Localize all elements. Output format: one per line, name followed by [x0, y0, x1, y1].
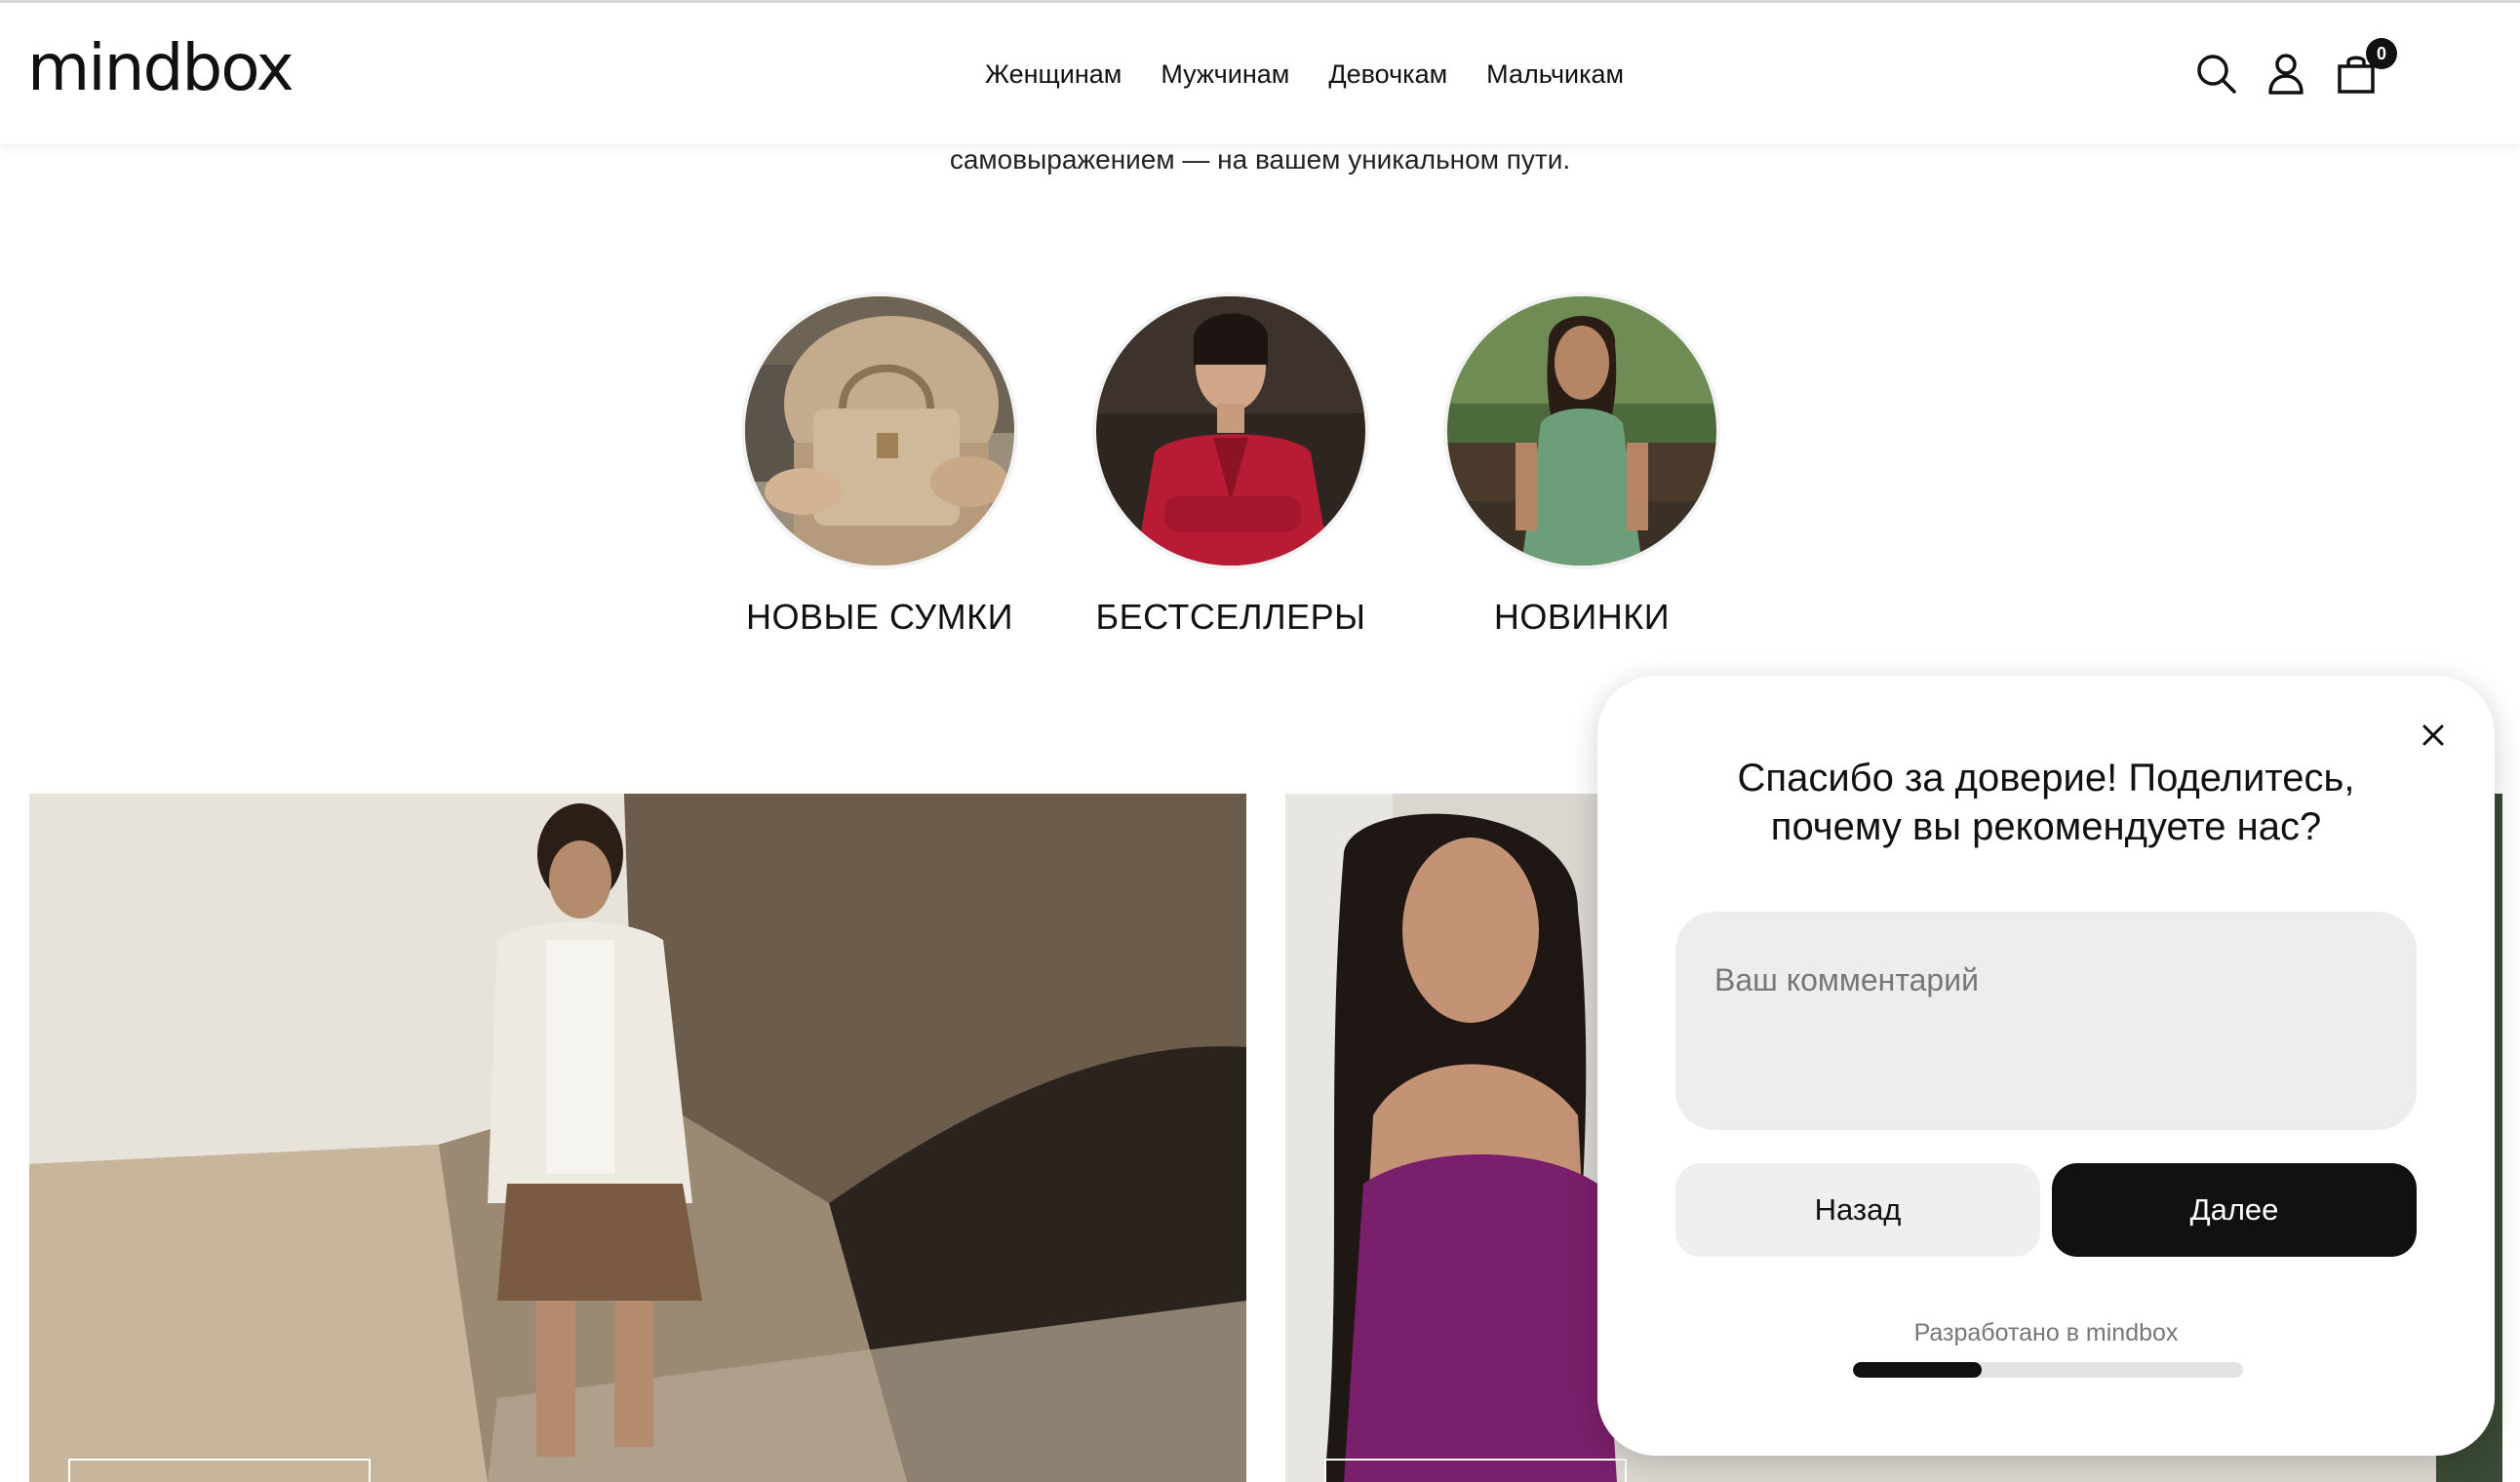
category-image: [1443, 292, 1720, 569]
progress-fill: [1853, 1362, 1982, 1378]
popup-title-line2: почему вы рекомендуете нас?: [1770, 805, 2322, 848]
banner-button[interactable]: [68, 1459, 371, 1482]
bag-icon[interactable]: 0: [2335, 38, 2397, 95]
category-label: НОВИНКИ: [1493, 597, 1671, 637]
powered-by-text[interactable]: Разработано в mindbox: [1597, 1319, 2495, 1347]
user-icon[interactable]: [2264, 52, 2307, 95]
search-icon[interactable]: [2194, 52, 2237, 95]
category-row: НОВЫЕ СУМКИ БЕСТСЕЛЛЕРЫ НОВИНКИ: [741, 292, 1720, 638]
category-new-bags[interactable]: НОВЫЕ СУМКИ: [741, 292, 1018, 638]
cart-count-badge: 0: [2366, 38, 2397, 69]
popup-title-line1: Спасибо за доверие! Поделитесь,: [1737, 757, 2355, 800]
category-bestsellers[interactable]: БЕСТСЕЛЛЕРЫ: [1092, 292, 1369, 638]
popup-title: Спасибо за доверие! Поделитесь, почему в…: [1656, 754, 2436, 851]
site-header: mindbox Женщинам Мужчинам Девочкам Мальч…: [0, 3, 2520, 144]
banner-button[interactable]: [1324, 1459, 1627, 1482]
nav-item-boys[interactable]: Мальчикам: [1486, 59, 1624, 90]
category-image: [741, 292, 1018, 569]
nav-item-men[interactable]: Мужчинам: [1161, 59, 1289, 90]
category-label: НОВЫЕ СУМКИ: [746, 597, 1013, 637]
next-button[interactable]: Далее: [2052, 1163, 2417, 1257]
nav-item-girls[interactable]: Девочкам: [1328, 59, 1447, 90]
nav-item-women[interactable]: Женщинам: [985, 59, 1122, 90]
banner-men[interactable]: [29, 794, 1246, 1482]
feedback-popup: Спасибо за доверие! Поделитесь, почему в…: [1597, 676, 2495, 1456]
logo[interactable]: mindbox: [27, 30, 295, 105]
intro-text: самовыражением — на вашем уникальном пут…: [949, 144, 1571, 175]
progress-bar: [1853, 1362, 2243, 1378]
header-icons: 0: [2194, 38, 2397, 95]
back-button[interactable]: Назад: [1675, 1163, 2040, 1257]
category-new-arrivals[interactable]: НОВИНКИ: [1443, 292, 1720, 638]
close-icon[interactable]: [2411, 713, 2456, 758]
category-label: БЕСТСЕЛЛЕРЫ: [1095, 597, 1366, 637]
category-image: [1092, 292, 1369, 569]
main-nav: Женщинам Мужчинам Девочкам Мальчикам: [985, 59, 1624, 90]
comment-field[interactable]: [1675, 912, 2417, 1130]
